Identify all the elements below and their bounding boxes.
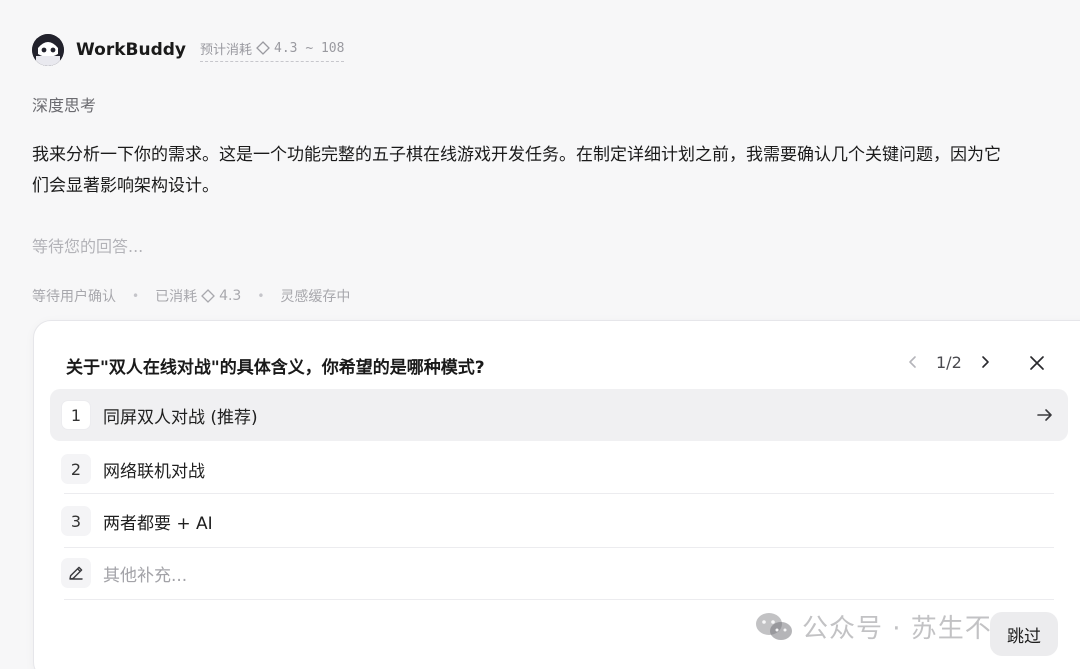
option-divider bbox=[64, 547, 1054, 548]
pager-count: 1/2 bbox=[936, 352, 962, 372]
question-pager: 1/2 bbox=[902, 351, 996, 373]
next-question-button[interactable] bbox=[974, 351, 996, 373]
deep-thinking-toggle[interactable]: 深度思考 bbox=[32, 92, 96, 116]
message-line-1: 我来分析一下你的需求。这是一个功能完整的五子棋在线游戏开发任务。在制定详细计划之… bbox=[32, 145, 1001, 165]
separator-dot: • bbox=[132, 289, 140, 303]
watermark-text: 公众号 · 苏生不惑 bbox=[802, 614, 1019, 644]
cost-label: 预计消耗 bbox=[200, 42, 253, 58]
option-divider bbox=[64, 599, 1054, 600]
option-label: 网络联机对战 bbox=[103, 461, 205, 482]
status-bar: 等待用户确认 • 已消耗 4.3 • 灵感缓存中 bbox=[32, 286, 350, 306]
skip-button[interactable]: 跳过 bbox=[990, 612, 1058, 656]
avatar bbox=[32, 34, 64, 66]
option-3[interactable]: 3 两者都要 + AI bbox=[50, 495, 1068, 547]
diamond-icon bbox=[201, 289, 215, 303]
close-icon bbox=[1030, 356, 1044, 370]
option-1[interactable]: 1 同屏双人对战 (推荐) bbox=[50, 389, 1068, 441]
diamond-icon bbox=[256, 41, 270, 55]
spent-info: 已消耗 4.3 bbox=[155, 286, 241, 306]
cost-estimate[interactable]: 预计消耗 4.3 ~ 108 bbox=[200, 39, 345, 62]
message-header: WorkBuddy 预计消耗 4.3 ~ 108 bbox=[32, 34, 345, 66]
prev-question-button[interactable] bbox=[902, 351, 924, 373]
option-number: 1 bbox=[61, 400, 91, 430]
pencil-icon bbox=[61, 558, 91, 588]
arrow-right-icon bbox=[1037, 409, 1052, 421]
watermark: 公众号 · 苏生不惑 bbox=[754, 608, 1019, 645]
separator-dot: • bbox=[257, 289, 265, 303]
assistant-message: 我来分析一下你的需求。这是一个功能完整的五子棋在线游戏开发任务。在制定详细计划之… bbox=[32, 140, 1080, 202]
option-label: 两者都要 + AI bbox=[103, 513, 213, 534]
spent-value: 4.3 bbox=[219, 288, 242, 304]
other-input[interactable]: 其他补充... bbox=[103, 561, 187, 586]
option-number: 3 bbox=[61, 506, 91, 536]
waiting-text: 等待您的回答... bbox=[32, 237, 144, 256]
app-name: WorkBuddy bbox=[76, 40, 186, 60]
status-state: 等待用户确认 bbox=[32, 289, 116, 305]
wechat-icon bbox=[756, 612, 792, 640]
other-input-row[interactable]: 其他补充... bbox=[50, 547, 187, 599]
cache-status: 灵感缓存中 bbox=[280, 289, 351, 305]
question-title: 关于"双人在线对战"的具体含义，你希望的是哪种模式? bbox=[66, 358, 485, 378]
message-line-2: 们会显著影响架构设计。 bbox=[32, 176, 219, 196]
spent-label: 已消耗 bbox=[155, 289, 198, 305]
option-divider bbox=[64, 493, 1054, 494]
chevron-right-icon bbox=[981, 356, 989, 368]
close-button[interactable] bbox=[1026, 352, 1048, 374]
cost-range: 4.3 ~ 108 bbox=[274, 40, 345, 56]
robot-avatar-icon bbox=[32, 34, 64, 66]
option-label: 同屏双人对战 (推荐) bbox=[103, 407, 258, 428]
option-2[interactable]: 2 网络联机对战 bbox=[50, 443, 1068, 495]
chevron-left-icon bbox=[909, 356, 916, 368]
option-number: 2 bbox=[61, 454, 91, 484]
chat-page: WorkBuddy 预计消耗 4.3 ~ 108 深度思考 我来分析一下你的需求… bbox=[0, 0, 1080, 669]
